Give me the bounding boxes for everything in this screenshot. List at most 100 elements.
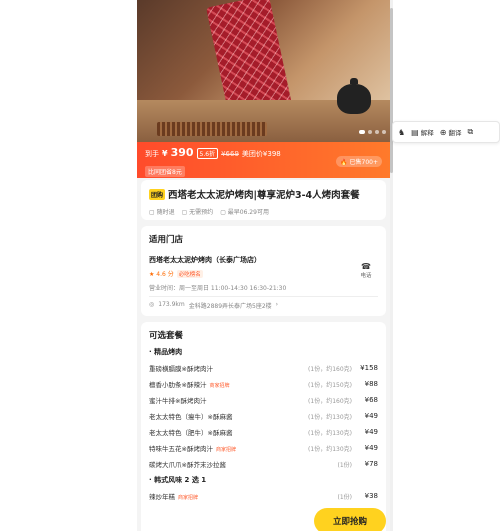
copy-icon: ⧉	[467, 127, 474, 136]
store-address-row[interactable]: ◎ 173.9km 金科路2889弄长泰广场5座2楼 ›	[149, 301, 278, 310]
store-distance: 173.9km	[158, 301, 185, 308]
menu-item-name: 特味牛五花※酥烤肉汁 商家招牌	[149, 443, 290, 453]
menu-item-name: 老太太特色（瘦牛）※酥麻酱	[149, 411, 290, 421]
scrollbar-thumb[interactable]	[390, 8, 393, 173]
group-price: 美团价¥398	[241, 150, 281, 158]
menu-item: 老太太特色（肥牛）※酥麻酱 (1份，约130克) ¥49	[149, 427, 378, 437]
page: 到手 ¥ 390 5.6折 ¥669 美团价¥398 比同团省8元 🔥 已售70…	[0, 0, 500, 531]
price-bar: 到手 ¥ 390 5.6折 ¥669 美团价¥398 比同团省8元 🔥 已售70…	[137, 142, 390, 178]
sold-count: 🔥 已售700+	[336, 156, 382, 167]
scrollbar[interactable]	[390, 0, 393, 531]
call-button[interactable]: ☎ 电话	[360, 262, 372, 279]
phone-icon: ☎	[361, 262, 371, 271]
divider	[149, 296, 378, 297]
store-address: 金科路2889弄长泰广场5座2楼	[188, 303, 272, 310]
store-section-title: 适用门店	[149, 235, 184, 245]
menu-item-title: 老太太特色（肥牛）※酥麻酱	[149, 429, 233, 437]
menu-item-name: 蜜汁牛排※酥烤肉汁	[149, 395, 290, 405]
menu-item-title: 檀香小肋条※酥辣汁	[149, 381, 207, 389]
store-hours: 营业时间：周一至周日 11:00-14:30 16:30-21:30	[149, 285, 287, 292]
carousel-dot	[375, 130, 379, 134]
original-price: ¥669	[221, 150, 239, 158]
feature-available-date[interactable]: 最早06.29可用	[220, 207, 269, 216]
document-icon: ▤	[411, 127, 419, 137]
explain-label: 解释	[420, 129, 434, 137]
carousel-dot	[368, 130, 372, 134]
menu-item-price: ¥38	[364, 492, 378, 500]
menu-item: 特味牛五花※酥烤肉汁 商家招牌 (1份，约130克) ¥49	[149, 443, 378, 453]
menu-item-quantity: (1份)	[337, 461, 353, 469]
menu-category: 韩式风味 2 选 1	[149, 475, 378, 485]
menu-item-title: 特味牛五花※酥烤肉汁	[149, 445, 213, 453]
menu-item-title: 辣炒年糕	[149, 493, 175, 501]
menu-item: 檀香小肋条※酥辣汁 商家招牌 (1份，约150克) ¥88	[149, 379, 378, 389]
menu-list: 精品烤肉重磅横膈膜※酥烤肉汁 (1份，约160克) ¥158 檀香小肋条※酥辣汁商家招…	[149, 347, 378, 501]
price-currency: ¥	[162, 149, 168, 158]
feature-refund: 随时退	[149, 207, 175, 216]
menu-item-name: 老太太特色（肥牛）※酥麻酱	[149, 427, 290, 437]
store-card: 适用门店 西塔老太太泥炉烤肉（长泰广场店） ★ 4.6 分 必吃榜名 营业时间：…	[141, 226, 386, 316]
store-name[interactable]: 西塔老太太泥炉烤肉（长泰广场店）	[149, 255, 378, 265]
menu-item-price: ¥49	[364, 428, 378, 436]
menu-item-name: 碳烤大爪爪※酥芥末沙拉酱	[149, 459, 290, 469]
chevron-right-icon: ›	[275, 301, 279, 308]
call-label: 电话	[360, 273, 372, 279]
carousel-dot	[382, 130, 386, 134]
menu-item-quantity: (1份，约130克)	[308, 429, 352, 437]
menu-item-title: 重磅横膈膜※酥烤肉汁	[149, 365, 213, 373]
carousel-dot	[359, 130, 365, 134]
rank-badge: 必吃榜名	[176, 269, 203, 278]
signature-badge: 商家招牌	[209, 383, 230, 389]
menu-item-quantity: (1份，约160克)	[308, 397, 352, 405]
assistant-icon: ♞	[398, 127, 406, 137]
menu-section-title: 可选套餐	[149, 331, 184, 341]
menu-item-name: 檀香小肋条※酥辣汁 商家招牌	[149, 379, 290, 389]
teapot-image	[337, 78, 371, 114]
hero-image[interactable]	[137, 0, 390, 142]
translate-label: 翻译	[448, 129, 462, 137]
deal-title: 西塔老太太泥炉烤肉|尊享泥炉3-4人烤肉套餐	[168, 190, 360, 201]
menu-item-price: ¥49	[364, 444, 378, 452]
menu-item-quantity: (1份)	[337, 493, 353, 501]
menu-item-quantity: (1份，约150克)	[308, 381, 352, 389]
explain-button[interactable]: ▤ 解释	[411, 127, 434, 138]
menu-item-price: ¥49	[364, 412, 378, 420]
signature-badge: 商家招牌	[215, 447, 236, 453]
menu-item: 蜜汁牛排※酥烤肉汁 (1份，约160克) ¥68	[149, 395, 378, 405]
menu-category: 精品烤肉	[149, 347, 378, 357]
menu-item-title: 碳烤大爪爪※酥芥末沙拉酱	[149, 461, 226, 469]
menu-card: 可选套餐 精品烤肉重磅横膈膜※酥烤肉汁 (1份，约160克) ¥158 檀香小肋条※酥…	[141, 322, 386, 531]
buy-now-button[interactable]: 立即抢购	[314, 508, 386, 531]
selection-toolbar: ♞ ▤ 解释 ⊕ 翻译 ⧉	[392, 121, 500, 143]
menu-item-price: ¥158	[360, 364, 378, 372]
copy-button[interactable]: ⧉	[467, 127, 473, 137]
menu-item-name: 重磅横膈膜※酥烤肉汁	[149, 363, 290, 373]
deal-type-tag: 团购	[149, 188, 166, 200]
deal-title-card: 团购 西塔老太太泥炉烤肉|尊享泥炉3-4人烤肉套餐 随时退 无需预约 最早06.…	[141, 180, 386, 220]
savings-badge: 比同团省8元	[145, 166, 185, 177]
menu-item-price: ¥78	[364, 460, 378, 468]
menu-item: 重磅横膈膜※酥烤肉汁 (1份，约160克) ¥158	[149, 363, 378, 373]
menu-item-quantity: (1份，约130克)	[308, 445, 352, 453]
feature-no-booking: 无需预约	[182, 207, 213, 216]
menu-item-price: ¥88	[364, 380, 378, 388]
deal-features: 随时退 无需预约 最早06.29可用	[149, 207, 378, 216]
menu-item-price: ¥68	[364, 396, 378, 404]
price-amount: 390	[170, 146, 194, 159]
menu-item-title: 蜜汁牛排※酥烤肉汁	[149, 397, 207, 405]
price-prefix: 到手	[145, 150, 159, 158]
signature-badge: 商家招牌	[178, 495, 199, 501]
carousel-dots	[359, 130, 386, 134]
globe-icon: ⊕	[439, 127, 447, 137]
store-rating: ★ 4.6 分	[149, 271, 174, 278]
translate-button[interactable]: ⊕ 翻译	[439, 127, 462, 138]
grill-image	[157, 122, 267, 136]
menu-item: 辣炒年糕 商家招牌 (1份) ¥38	[149, 491, 378, 501]
menu-item-title: 老太太特色（瘦牛）※酥麻酱	[149, 413, 233, 421]
discount-badge: 5.6折	[196, 148, 219, 159]
menu-item-quantity: (1份，约160克)	[308, 365, 352, 373]
menu-item: 老太太特色（瘦牛）※酥麻酱 (1份，约130克) ¥49	[149, 411, 378, 421]
assistant-button[interactable]: ♞	[398, 128, 405, 137]
menu-item: 碳烤大爪爪※酥芥末沙拉酱 (1份) ¥78	[149, 459, 378, 469]
deal-page: 到手 ¥ 390 5.6折 ¥669 美团价¥398 比同团省8元 🔥 已售70…	[137, 0, 390, 531]
